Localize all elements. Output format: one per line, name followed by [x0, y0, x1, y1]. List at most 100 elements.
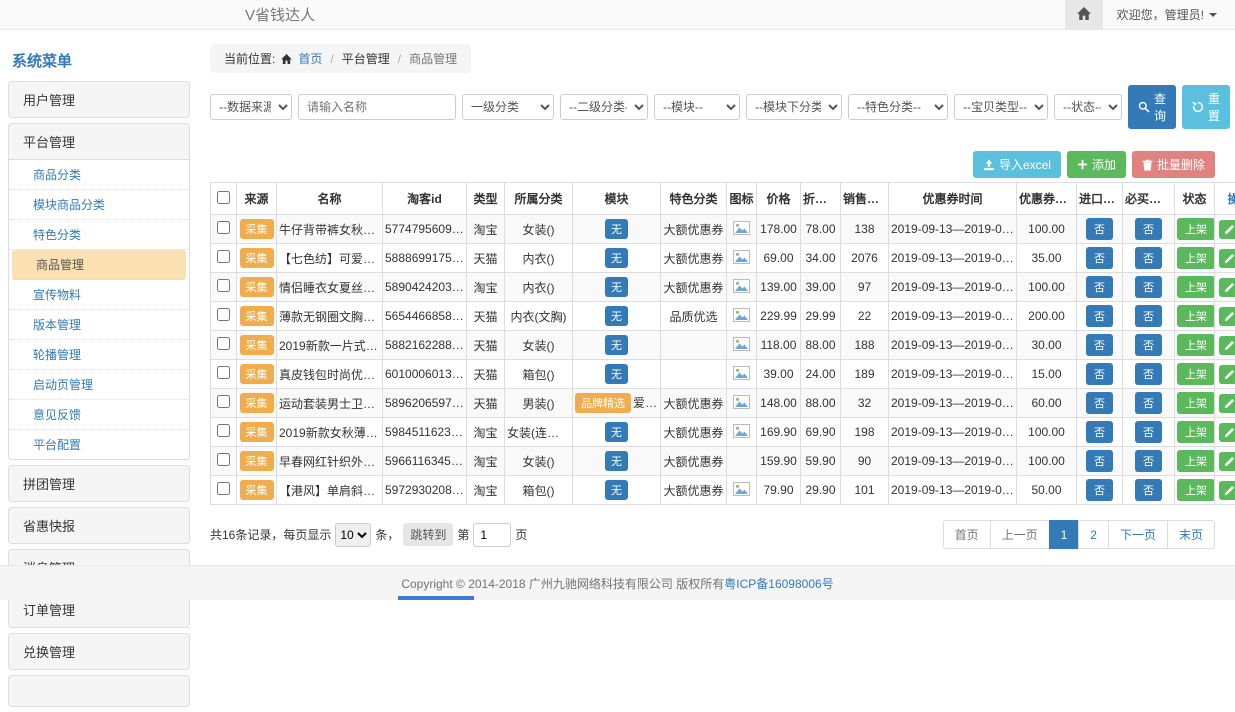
must-buy-toggle[interactable]: 否 [1135, 450, 1162, 472]
jump-page-input[interactable] [473, 523, 511, 547]
name-search-input[interactable] [298, 94, 456, 120]
page-button[interactable]: 上一页 [990, 520, 1050, 549]
row-checkbox[interactable] [217, 453, 230, 466]
status-toggle[interactable]: 上架 [1177, 247, 1215, 269]
filter-select[interactable]: --二级分类-- [560, 94, 648, 120]
filter-select[interactable]: --模块下分类-- [746, 94, 842, 120]
sidebar-section-header[interactable] [9, 676, 189, 706]
status-toggle[interactable]: 上架 [1177, 421, 1215, 443]
horizontal-scrollbar-thumb[interactable] [398, 596, 474, 600]
import-select-toggle[interactable]: 否 [1086, 421, 1113, 443]
sidebar-item[interactable]: 商品分类 [9, 160, 189, 190]
status-toggle[interactable]: 上架 [1177, 218, 1215, 240]
import-select-toggle[interactable]: 否 [1086, 334, 1113, 356]
search-button[interactable]: 查询 [1128, 85, 1176, 129]
sidebar-item[interactable]: 商品管理 [12, 250, 186, 280]
sidebar-section-header[interactable]: 省惠快报 [9, 508, 189, 543]
sidebar-section-header[interactable]: 兑换管理 [9, 634, 189, 669]
import-select-toggle[interactable]: 否 [1086, 479, 1113, 501]
must-buy-toggle[interactable]: 否 [1135, 305, 1162, 327]
user-menu[interactable]: 欢迎您，管理员! [1103, 6, 1235, 23]
import-select-toggle[interactable]: 否 [1086, 247, 1113, 269]
status-toggle[interactable]: 上架 [1177, 334, 1215, 356]
reset-button[interactable]: 重置 [1182, 85, 1230, 129]
breadcrumb-home-link[interactable]: 首页 [298, 50, 322, 67]
filter-select[interactable]: --模块-- [654, 94, 740, 120]
sidebar-section-header[interactable]: 用户管理 [9, 82, 189, 117]
status-toggle[interactable]: 上架 [1177, 305, 1215, 327]
batch-delete-button[interactable]: 批量删除 [1132, 151, 1215, 178]
status-toggle[interactable]: 上架 [1177, 450, 1215, 472]
row-checkbox[interactable] [217, 250, 230, 263]
must-buy-toggle[interactable]: 否 [1135, 276, 1162, 298]
must-buy-toggle[interactable]: 否 [1135, 479, 1162, 501]
select-all-checkbox[interactable] [217, 191, 230, 204]
table-cell [211, 215, 237, 244]
edit-button[interactable] [1219, 481, 1235, 500]
icp-link[interactable]: 粤ICP备16098006号 [724, 575, 833, 592]
edit-button[interactable] [1219, 452, 1235, 471]
page-button[interactable]: 2 [1078, 520, 1109, 549]
row-checkbox[interactable] [217, 279, 230, 292]
must-buy-toggle[interactable]: 否 [1135, 363, 1162, 385]
sidebar-item[interactable]: 模块商品分类 [9, 190, 189, 220]
sidebar-section-header[interactable]: 拼团管理 [9, 466, 189, 501]
edit-button[interactable] [1219, 394, 1235, 413]
filter-select[interactable]: --特色分类-- [848, 94, 948, 120]
row-checkbox[interactable] [217, 424, 230, 437]
status-toggle[interactable]: 上架 [1177, 363, 1215, 385]
edit-button[interactable] [1219, 249, 1235, 268]
sidebar-item[interactable]: 版本管理 [9, 310, 189, 340]
filter-select[interactable]: --宝贝类型-- [954, 94, 1048, 120]
edit-button[interactable] [1219, 278, 1235, 297]
page-button[interactable]: 末页 [1167, 520, 1215, 549]
page-button[interactable]: 下一页 [1108, 520, 1168, 549]
import-select-toggle[interactable]: 否 [1086, 218, 1113, 240]
row-checkbox[interactable] [217, 308, 230, 321]
sidebar-section-header[interactable]: 平台管理 [9, 124, 189, 159]
table-cell: 无 [573, 476, 661, 505]
table-cell: 589042420344 [383, 273, 467, 302]
must-buy-toggle[interactable]: 否 [1135, 218, 1162, 240]
status-toggle[interactable]: 上架 [1177, 392, 1215, 414]
status-toggle[interactable]: 上架 [1177, 479, 1215, 501]
edit-button[interactable] [1219, 423, 1235, 442]
sidebar-item[interactable]: 启动页管理 [9, 370, 189, 400]
table-body: 采集牛仔背带裤女秋装减龄...577479560965淘宝女装()无大额优惠券1… [211, 215, 1235, 505]
row-checkbox[interactable] [217, 395, 230, 408]
row-checkbox[interactable] [217, 221, 230, 234]
edit-button[interactable] [1219, 365, 1235, 384]
row-checkbox[interactable] [217, 366, 230, 379]
page-button[interactable]: 首页 [943, 520, 991, 549]
must-buy-toggle[interactable]: 否 [1135, 247, 1162, 269]
filter-select[interactable]: --数据来源-- [210, 94, 292, 120]
page-button[interactable]: 1 [1049, 520, 1080, 549]
import-select-toggle[interactable]: 否 [1086, 305, 1113, 327]
sidebar-item[interactable]: 意见反馈 [9, 400, 189, 430]
row-checkbox[interactable] [217, 482, 230, 495]
sidebar-panel: 用户管理 [8, 81, 190, 118]
sidebar-item[interactable]: 宣传物料 [9, 280, 189, 310]
import-select-toggle[interactable]: 否 [1086, 363, 1113, 385]
home-button[interactable] [1065, 0, 1103, 29]
edit-button[interactable] [1219, 307, 1235, 326]
per-page-select[interactable]: 10 [335, 523, 371, 547]
jump-button[interactable]: 跳转到 [403, 523, 453, 546]
edit-button[interactable] [1219, 336, 1235, 355]
sidebar-item[interactable]: 轮播管理 [9, 340, 189, 370]
import-select-toggle[interactable]: 否 [1086, 450, 1113, 472]
add-button[interactable]: 添加 [1067, 151, 1126, 178]
sidebar-item[interactable]: 特色分类 [9, 220, 189, 250]
filter-select[interactable]: 一级分类 [462, 94, 554, 120]
filter-select[interactable]: --状态-- [1054, 94, 1122, 120]
status-toggle[interactable]: 上架 [1177, 276, 1215, 298]
must-buy-toggle[interactable]: 否 [1135, 334, 1162, 356]
row-checkbox[interactable] [217, 337, 230, 350]
edit-button[interactable] [1219, 220, 1235, 239]
import-select-toggle[interactable]: 否 [1086, 392, 1113, 414]
import-excel-button[interactable]: 导入excel [973, 151, 1061, 178]
must-buy-toggle[interactable]: 否 [1135, 421, 1162, 443]
must-buy-toggle[interactable]: 否 [1135, 392, 1162, 414]
import-select-toggle[interactable]: 否 [1086, 276, 1113, 298]
sidebar-item[interactable]: 平台配置 [9, 430, 189, 459]
